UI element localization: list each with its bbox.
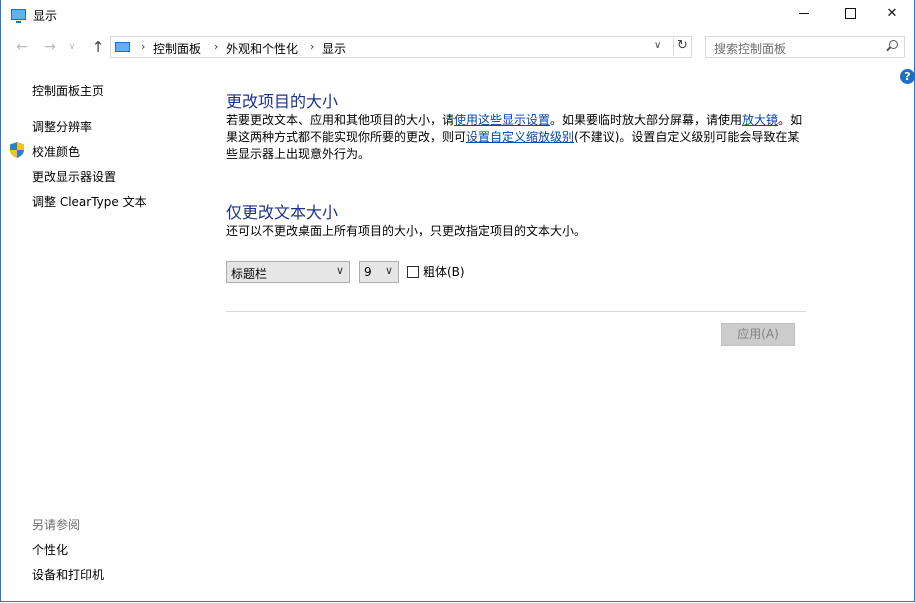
sidebar-item-calibrate-color[interactable]: 校准颜色 — [32, 143, 80, 160]
title-bar: 显示 ✕ — [1, 0, 914, 30]
description-text: 。如果要临时放大部分屏幕，请使用 — [550, 113, 743, 127]
search-icon[interactable] — [889, 40, 898, 49]
breadcrumb-display[interactable]: 显示 — [322, 40, 346, 57]
text-size-description: 还可以不更改桌面上所有项目的大小，只更改指定项目的文本大小。 — [226, 224, 587, 238]
bold-checkbox-label[interactable]: 粗体(B) — [423, 263, 465, 280]
text-size-heading: 仅更改文本大小 — [226, 203, 339, 222]
sidebar-item-display-settings[interactable]: 更改显示器设置 — [32, 168, 116, 185]
search-input[interactable]: 搜索控制面板 — [705, 36, 905, 58]
help-icon[interactable]: ? — [900, 69, 915, 84]
change-size-heading: 更改项目的大小 — [226, 92, 339, 111]
up-arrow-icon[interactable]: ↑ — [87, 37, 109, 57]
chevron-down-icon: ∨ — [384, 264, 393, 277]
breadcrumb-control-panel[interactable]: 控制面板 — [153, 40, 201, 57]
custom-scaling-link[interactable]: 设置自定义缩放级别 — [466, 130, 574, 144]
size-select-value: 9 — [364, 265, 372, 279]
see-also-heading: 另请参阅 — [32, 518, 81, 532]
display-app-icon — [11, 9, 26, 23]
maximize-icon — [844, 8, 856, 19]
search-placeholder: 搜索控制面板 — [714, 42, 787, 56]
control-panel-icon — [115, 42, 130, 52]
change-size-description: 若要更改文本、应用和其他项目的大小，请使用这些显示设置。如果要临时放大部分屏幕，… — [226, 112, 811, 163]
navigation-bar: ← → ∨ ↑ › 控制面板 › 外观和个性化 › 显示 ∨ ↻ 搜索控制面板 — [1, 32, 914, 62]
size-select[interactable]: 9 ∨ — [359, 261, 399, 283]
sidebar-home-link[interactable]: 控制面板主页 — [32, 82, 104, 99]
maximize-button[interactable] — [827, 0, 873, 30]
item-select[interactable]: 标题栏 ∨ — [226, 261, 350, 283]
back-arrow-icon[interactable]: ← — [11, 37, 33, 57]
apply-button[interactable]: 应用(A) — [721, 323, 795, 346]
sidebar-item-resolution[interactable]: 调整分辨率 — [32, 118, 92, 135]
bold-checkbox[interactable] — [407, 266, 419, 278]
breadcrumb-separator-icon[interactable]: › — [141, 40, 145, 53]
breadcrumb-separator-icon[interactable]: › — [310, 40, 314, 53]
divider — [226, 311, 806, 312]
forward-arrow-icon[interactable]: → — [39, 37, 61, 57]
description-text: 若要更改文本、应用和其他项目的大小，请 — [226, 113, 455, 127]
minimize-icon — [799, 13, 809, 14]
refresh-icon[interactable]: ↻ — [673, 38, 693, 56]
see-also-personalization[interactable]: 个性化 — [32, 541, 68, 558]
see-also-devices-printers[interactable]: 设备和打印机 — [32, 566, 104, 583]
sidebar-item-cleartype[interactable]: 调整 ClearType 文本 — [32, 193, 147, 210]
minimize-button[interactable] — [781, 0, 827, 30]
magnifier-link[interactable]: 放大镜 — [742, 113, 778, 127]
chevron-down-icon: ∨ — [335, 264, 344, 277]
display-settings-link[interactable]: 使用这些显示设置 — [454, 113, 550, 127]
window-title: 显示 — [33, 9, 58, 23]
address-bar[interactable]: › 控制面板 › 外观和个性化 › 显示 ∨ ↻ — [110, 36, 692, 58]
address-dropdown-icon[interactable]: ∨ — [654, 40, 668, 51]
control-panel-window: 显示 ✕ ← → ∨ ↑ › 控制面板 › 外观和个性化 › 显示 ∨ ↻ 搜索… — [0, 0, 915, 602]
item-select-value: 标题栏 — [231, 267, 268, 281]
breadcrumb-separator-icon[interactable]: › — [214, 40, 218, 53]
uac-shield-icon — [10, 142, 24, 158]
close-button[interactable]: ✕ — [869, 0, 915, 30]
breadcrumb-appearance[interactable]: 外观和个性化 — [226, 40, 298, 57]
recent-locations-chevron-icon[interactable]: ∨ — [61, 37, 83, 57]
